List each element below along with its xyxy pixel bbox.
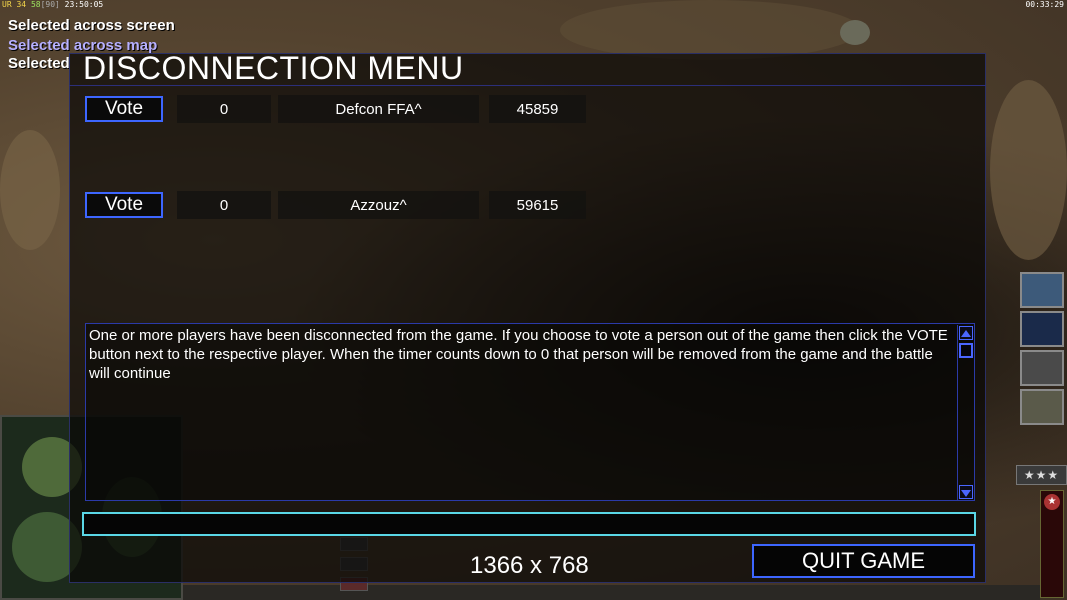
terrain-patch [840,20,870,45]
vote-button[interactable]: Vote [85,96,163,122]
selection-message: Selected [8,55,70,72]
quit-game-button[interactable]: QUIT GAME [752,544,975,578]
hud-value: [90] [40,0,60,9]
top-hud-bar: UR 34 58[90] 23:50:05 00:33:29 [0,0,1067,10]
player-name: Azzouz^ [278,191,479,219]
power-meter: ★ [1040,490,1064,598]
scroll-up-button[interactable] [959,326,973,340]
dialog-title: DISCONNECTION MENU [83,50,464,86]
resolution-label: 1366 x 768 [470,552,589,579]
player-name: Defcon FFA^ [278,95,479,123]
chevron-down-icon [961,490,971,497]
chevron-up-icon [961,330,971,337]
hud-label: UR [2,0,12,9]
terrain-patch [0,130,60,250]
disconnect-message: One or more players have been disconnect… [89,327,948,382]
disconnect-timer: 45859 [489,95,586,123]
rank-stars: ★★★ [1016,465,1067,485]
chat-input[interactable] [82,512,976,536]
command-bar [183,585,1040,600]
scroll-thumb[interactable] [959,343,973,358]
terrain-patch [990,80,1067,260]
disconnect-timer: 59615 [489,191,586,219]
game-timer: 00:33:29 [1025,0,1064,9]
vote-count: 0 [177,95,271,123]
disconnection-dialog [69,53,986,583]
helicopter-unit-icon[interactable] [1020,350,1064,386]
hud-clock: 23:50:05 [64,0,104,9]
radar-unit-icon[interactable] [1020,311,1064,347]
vehicle-unit-icon[interactable] [1020,389,1064,425]
selection-message: Selected across screen [8,17,175,34]
aircraft-unit-icon[interactable] [1020,272,1064,308]
star-icon: ★ [1044,494,1060,510]
vote-count: 0 [177,191,271,219]
hud-value: 58 [30,0,41,9]
hud-value: 34 [16,0,27,9]
scroll-down-button[interactable] [959,485,973,499]
vote-button[interactable]: Vote [85,192,163,218]
